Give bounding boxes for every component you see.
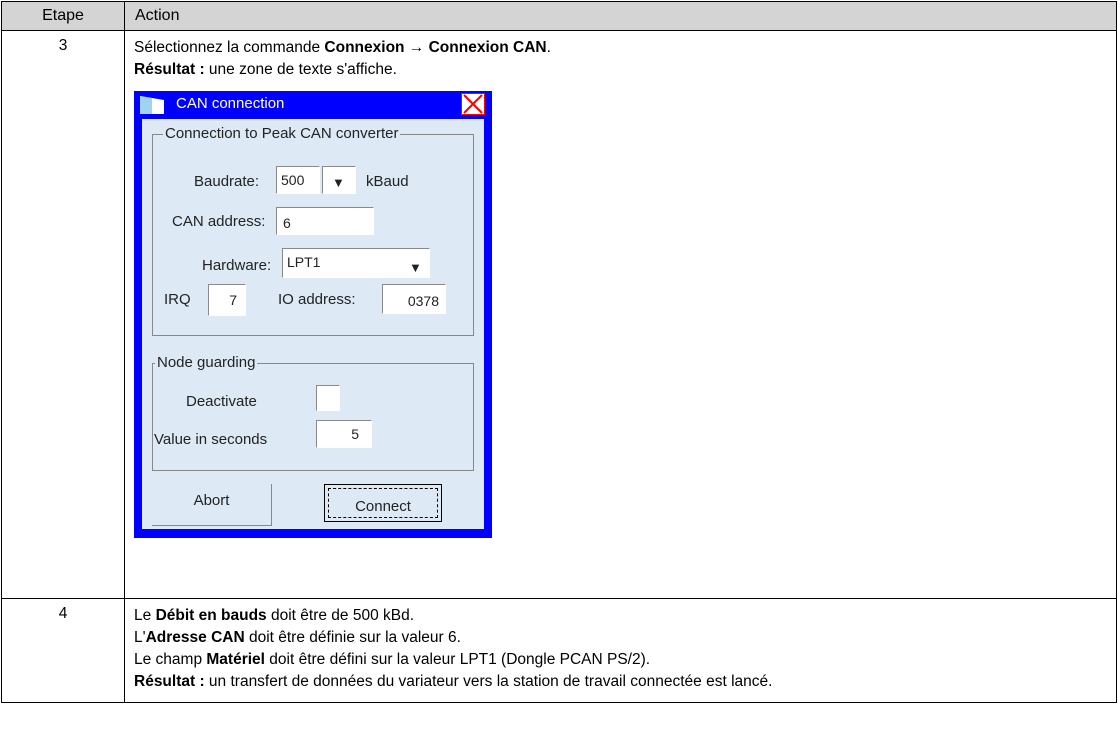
irq-label: IRQ: [164, 291, 191, 308]
header-action: Action: [124, 1, 1117, 31]
step-action: Sélectionnez la commande Connexion → Con…: [124, 30, 1117, 599]
close-button[interactable]: [461, 93, 485, 115]
connect-button[interactable]: Connect: [324, 484, 442, 522]
hardware-requirement: Le champ Matériel doit être défini sur l…: [134, 651, 651, 668]
can-connection-dialog: CAN connection Connection to Peak CAN co…: [134, 91, 492, 538]
header-step: Etape: [1, 1, 125, 31]
deactivate-checkbox[interactable]: [316, 385, 340, 411]
can-address-requirement: L'Adresse CAN doit être définie sur la v…: [134, 629, 461, 646]
baudrate-label: Baudrate:: [194, 173, 260, 190]
dialog-body: Connection to Peak CAN converter Baudrat…: [142, 119, 484, 529]
can-address-input[interactable]: 6: [276, 207, 374, 235]
step-number: 3: [1, 30, 125, 599]
result-line: Résultat : un transfert de données du va…: [134, 673, 773, 690]
baudrate-unit: kBaud: [366, 173, 409, 190]
io-address-input[interactable]: 0378: [382, 284, 446, 314]
dialog-titlebar[interactable]: CAN connection: [134, 91, 492, 117]
value-seconds-input[interactable]: 5: [316, 420, 372, 448]
command-path: Connexion → Connexion CAN: [324, 39, 547, 56]
value-seconds-label: Value in seconds: [154, 431, 268, 448]
group-title: Connection to Peak CAN converter: [165, 125, 399, 142]
io-address-label: IO address:: [278, 291, 356, 308]
step-number: 4: [1, 598, 125, 703]
deactivate-label: Deactivate: [186, 393, 257, 410]
baudrate-dropdown-button[interactable]: ▼: [322, 166, 356, 194]
app-icon: [140, 96, 164, 114]
table-row-step-3: 3 Sélectionnez la commande Connexion → C…: [1, 30, 1117, 599]
dropdown-arrow-icon: ▼: [409, 260, 422, 275]
table-row-step-4: 4 Le Débit en bauds doit être de 500 kBd…: [1, 598, 1117, 703]
table-header-row: Etape Action: [1, 1, 1117, 31]
dropdown-arrow-icon: ▼: [332, 175, 345, 190]
hardware-select[interactable]: LPT1 ▼: [282, 248, 430, 278]
hardware-label: Hardware:: [202, 257, 272, 274]
baudrate-requirement: Le Débit en bauds doit être de 500 kBd.: [134, 607, 415, 624]
node-guarding-group: Node guarding: [152, 355, 474, 471]
instruction-line: Sélectionnez la commande Connexion → Con…: [134, 39, 551, 56]
baudrate-select[interactable]: 500: [276, 166, 320, 194]
close-icon: [463, 94, 483, 114]
result-line: Résultat : une zone de texte s'affiche.: [134, 61, 397, 78]
irq-input[interactable]: 7: [208, 284, 246, 316]
abort-button[interactable]: Abort: [152, 484, 272, 526]
step-action: Le Débit en bauds doit être de 500 kBd. …: [124, 598, 1117, 703]
can-address-label: CAN address:: [172, 213, 266, 230]
procedure-table: Etape Action 3 Sélectionnez la commande …: [1, 1, 1117, 703]
dialog-title: CAN connection: [176, 95, 285, 112]
group-title: Node guarding: [157, 354, 256, 371]
